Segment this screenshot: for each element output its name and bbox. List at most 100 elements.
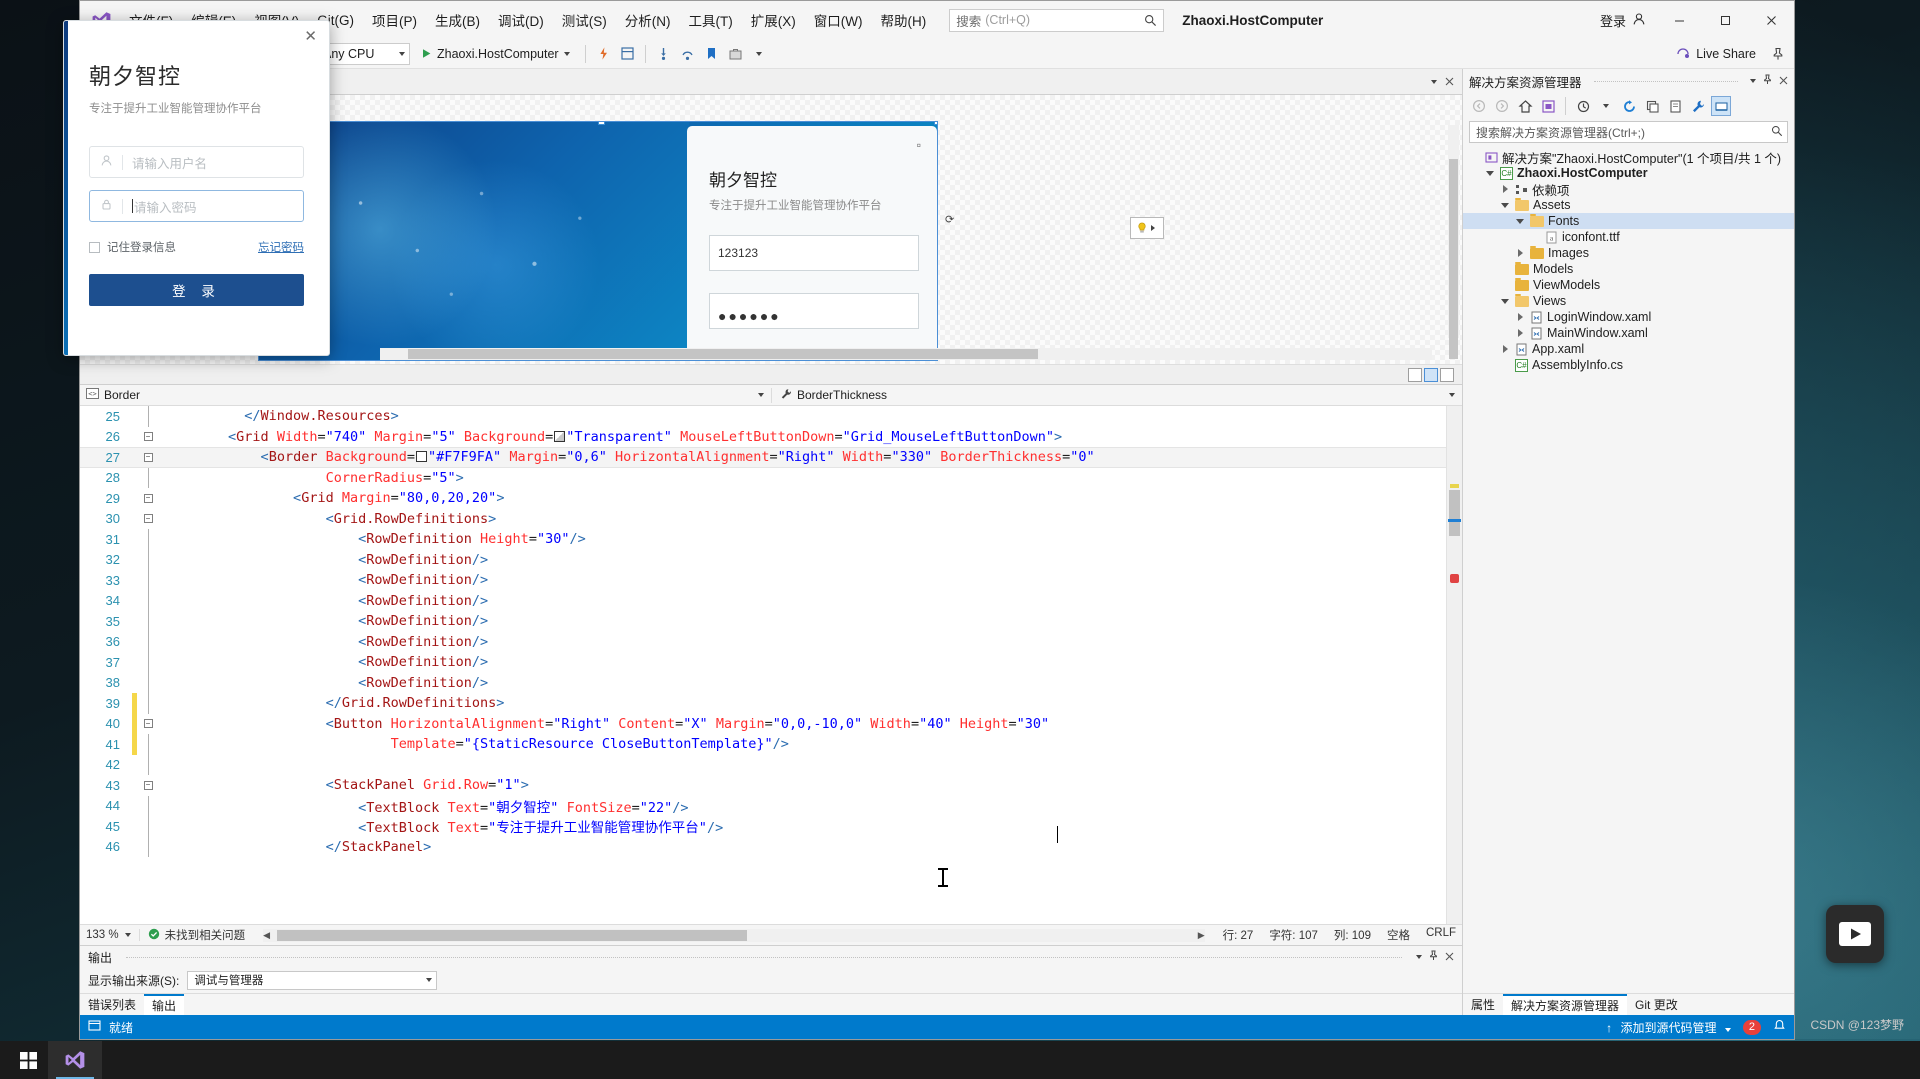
se-collapse-all-icon[interactable] (1642, 96, 1662, 116)
code-line[interactable]: 46 </StackPanel> (80, 836, 1446, 857)
login-username-field[interactable]: 请输入用户名 (89, 146, 304, 178)
floating-video-player-icon[interactable] (1826, 905, 1884, 963)
se-forward-icon[interactable] (1492, 96, 1512, 116)
start-button-icon[interactable] (8, 1041, 48, 1079)
designer-vertical-scrollbar[interactable] (1448, 125, 1459, 359)
solution-tree-item[interactable]: Models (1463, 261, 1794, 277)
chevron-right-icon[interactable] (1499, 345, 1511, 353)
editor-zoom-combo[interactable]: 133 % (86, 929, 140, 941)
se-preview-selected-icon[interactable] (1711, 96, 1731, 116)
bottom-tab-output[interactable]: 输出 (144, 994, 185, 1015)
se-properties-icon[interactable] (1688, 96, 1708, 116)
solution-tree-item[interactable]: ViewModels (1463, 277, 1794, 293)
login-window-close-button[interactable]: ✕ (304, 29, 317, 44)
code-editor[interactable]: 25 </Window.Resources> 26 − <Grid Width="7… (80, 406, 1462, 924)
code-lines-container[interactable]: 25 </Window.Resources> 26 − <Grid Width="7… (80, 406, 1446, 924)
code-fold-toggle[interactable]: − (137, 719, 159, 729)
code-fold-toggle[interactable]: − (137, 780, 159, 790)
se-home-icon[interactable] (1515, 96, 1535, 116)
notification-badge[interactable]: 2 (1742, 1019, 1761, 1035)
code-line[interactable]: 34 <RowDefinition/> (80, 590, 1446, 611)
menu-debug[interactable]: 调试(D) (489, 5, 553, 35)
taskbar-visual-studio-app[interactable] (48, 1041, 102, 1079)
handle-top-right[interactable] (934, 122, 937, 125)
menu-window[interactable]: 窗口(W) (805, 5, 872, 35)
editor-horizontal-scrollbar[interactable]: ◀ ▶ (263, 928, 1205, 942)
solution-tree-item[interactable]: Views (1463, 293, 1794, 309)
error-summary[interactable]: 未找到相关问题 (148, 927, 252, 943)
output-chevron-icon[interactable] (1416, 955, 1422, 959)
dock-tab-solution-explorer[interactable]: 解决方案资源管理器 (1503, 994, 1628, 1015)
menu-build[interactable]: 生成(B) (426, 5, 489, 35)
code-line[interactable]: 33 <RowDefinition/> (80, 570, 1446, 591)
chevron-down-icon[interactable] (1499, 202, 1511, 208)
code-line[interactable]: 25 </Window.Resources> (80, 406, 1446, 427)
code-line[interactable]: 45 <TextBlock Text="专注于提升工业智能管理协作平台"/> (80, 816, 1446, 837)
source-control-chevron-icon[interactable] (1724, 1027, 1731, 1032)
source-control-button[interactable]: ↑ 添加到源代码管理 (1606, 1019, 1731, 1036)
global-search-input[interactable]: 搜索 (Ctrl+Q) (949, 8, 1165, 32)
code-line[interactable]: 41 Template="{StaticResource CloseButton… (80, 734, 1446, 755)
chevron-right-icon[interactable] (1499, 185, 1511, 193)
designer-split-vertical-button[interactable] (1424, 367, 1438, 382)
editor-hscroll-thumb[interactable] (277, 929, 748, 941)
menu-help[interactable]: 帮助(H) (871, 5, 935, 35)
live-visual-tree-icon[interactable] (617, 43, 638, 64)
se-refresh-icon[interactable] (1619, 96, 1639, 116)
code-line[interactable]: 35 <RowDefinition/> (80, 611, 1446, 632)
sign-in-button[interactable]: 登录 (1590, 11, 1656, 30)
designer-collapse-button[interactable] (1440, 367, 1454, 382)
code-line[interactable]: 27 − <Border Background= "#F7F9FA" Margin=… (80, 447, 1446, 468)
code-line[interactable]: 39 </Grid.RowDefinitions> (80, 693, 1446, 714)
code-line[interactable]: 37 <RowDefinition/> (80, 652, 1446, 673)
window-maximize-button[interactable] (1702, 1, 1748, 39)
se-pending-changes-icon[interactable] (1573, 96, 1593, 116)
chevron-right-icon[interactable] (1514, 249, 1526, 257)
solution-tree-item[interactable]: App.xaml (1463, 341, 1794, 357)
solution-tree-item[interactable]: C# Zhaoxi.HostComputer (1463, 165, 1794, 181)
menu-project[interactable]: 项目(P) (363, 5, 426, 35)
menu-tools[interactable]: 工具(T) (680, 5, 742, 35)
code-line[interactable]: 44 <TextBlock Text="朝夕智控" FontSize="22"/… (80, 795, 1446, 816)
breadcrumb-left-chevron-icon[interactable] (758, 393, 764, 397)
solution-tree-item[interactable]: Assets (1463, 197, 1794, 213)
zoom-chevron-icon[interactable] (124, 933, 131, 937)
dock-pin-icon[interactable] (1762, 74, 1773, 88)
code-line[interactable]: 32 <RowDefinition/> (80, 549, 1446, 570)
breadcrumb-element[interactable]: <> Border (80, 388, 771, 402)
solution-explorer-tree[interactable]: 解决方案"Zhaoxi.HostComputer"(1 个项目/共 1 个) C#… (1463, 147, 1794, 993)
breadcrumb-right-chevron-icon[interactable] (1449, 393, 1455, 397)
editor-vertical-scrollbar[interactable] (1446, 406, 1462, 924)
dock-menu-chevron-icon[interactable] (1750, 79, 1756, 83)
menu-test[interactable]: 测试(S) (553, 5, 616, 35)
dock-tab-git-changes[interactable]: Git 更改 (1627, 994, 1686, 1015)
hot-reload-icon[interactable] (593, 43, 614, 64)
editor-scroll-thumb[interactable] (1449, 490, 1460, 536)
login-password-field[interactable]: 请输入密码 (89, 190, 304, 222)
solution-tree-item[interactable]: a iconfont.ttf (1463, 229, 1794, 245)
code-line[interactable]: 42 (80, 754, 1446, 775)
designer-lightbulb-button[interactable] (1130, 217, 1164, 239)
chevron-down-icon[interactable] (1499, 298, 1511, 304)
designer-horizontal-scrollbar[interactable] (380, 348, 1432, 360)
dock-close-icon[interactable] (1779, 74, 1788, 88)
bottom-tab-error-list[interactable]: 错误列表 (80, 994, 144, 1015)
handle-top-center[interactable] (598, 122, 605, 125)
se-search-icon[interactable] (1771, 125, 1783, 140)
code-line[interactable]: 38 <RowDefinition/> (80, 672, 1446, 693)
status-spaces[interactable]: 空格 (1387, 927, 1410, 943)
code-fold-toggle[interactable]: − (137, 514, 159, 524)
toolbar-overflow-icon[interactable] (749, 43, 770, 64)
notification-bell-icon[interactable] (1773, 1019, 1786, 1035)
step-into-icon[interactable] (653, 43, 674, 64)
code-line[interactable]: 28 CornerRadius="5"> (80, 467, 1446, 488)
solution-explorer-search-input[interactable]: 搜索解决方案资源管理器(Ctrl+;) (1469, 121, 1788, 143)
solution-tree-item[interactable]: LoginWindow.xaml (1463, 309, 1794, 325)
breadcrumb-member[interactable]: BorderThickness (771, 387, 1462, 403)
preview-close-icon[interactable]: ▫ (917, 138, 921, 152)
designer-rotate-icon[interactable]: ⟳ (945, 213, 954, 226)
code-fold-toggle[interactable]: − (137, 432, 159, 442)
chevron-down-icon[interactable] (1484, 170, 1496, 176)
code-line[interactable]: 30 − <Grid.RowDefinitions> (80, 509, 1446, 530)
window-minimize-button[interactable] (1656, 1, 1702, 39)
